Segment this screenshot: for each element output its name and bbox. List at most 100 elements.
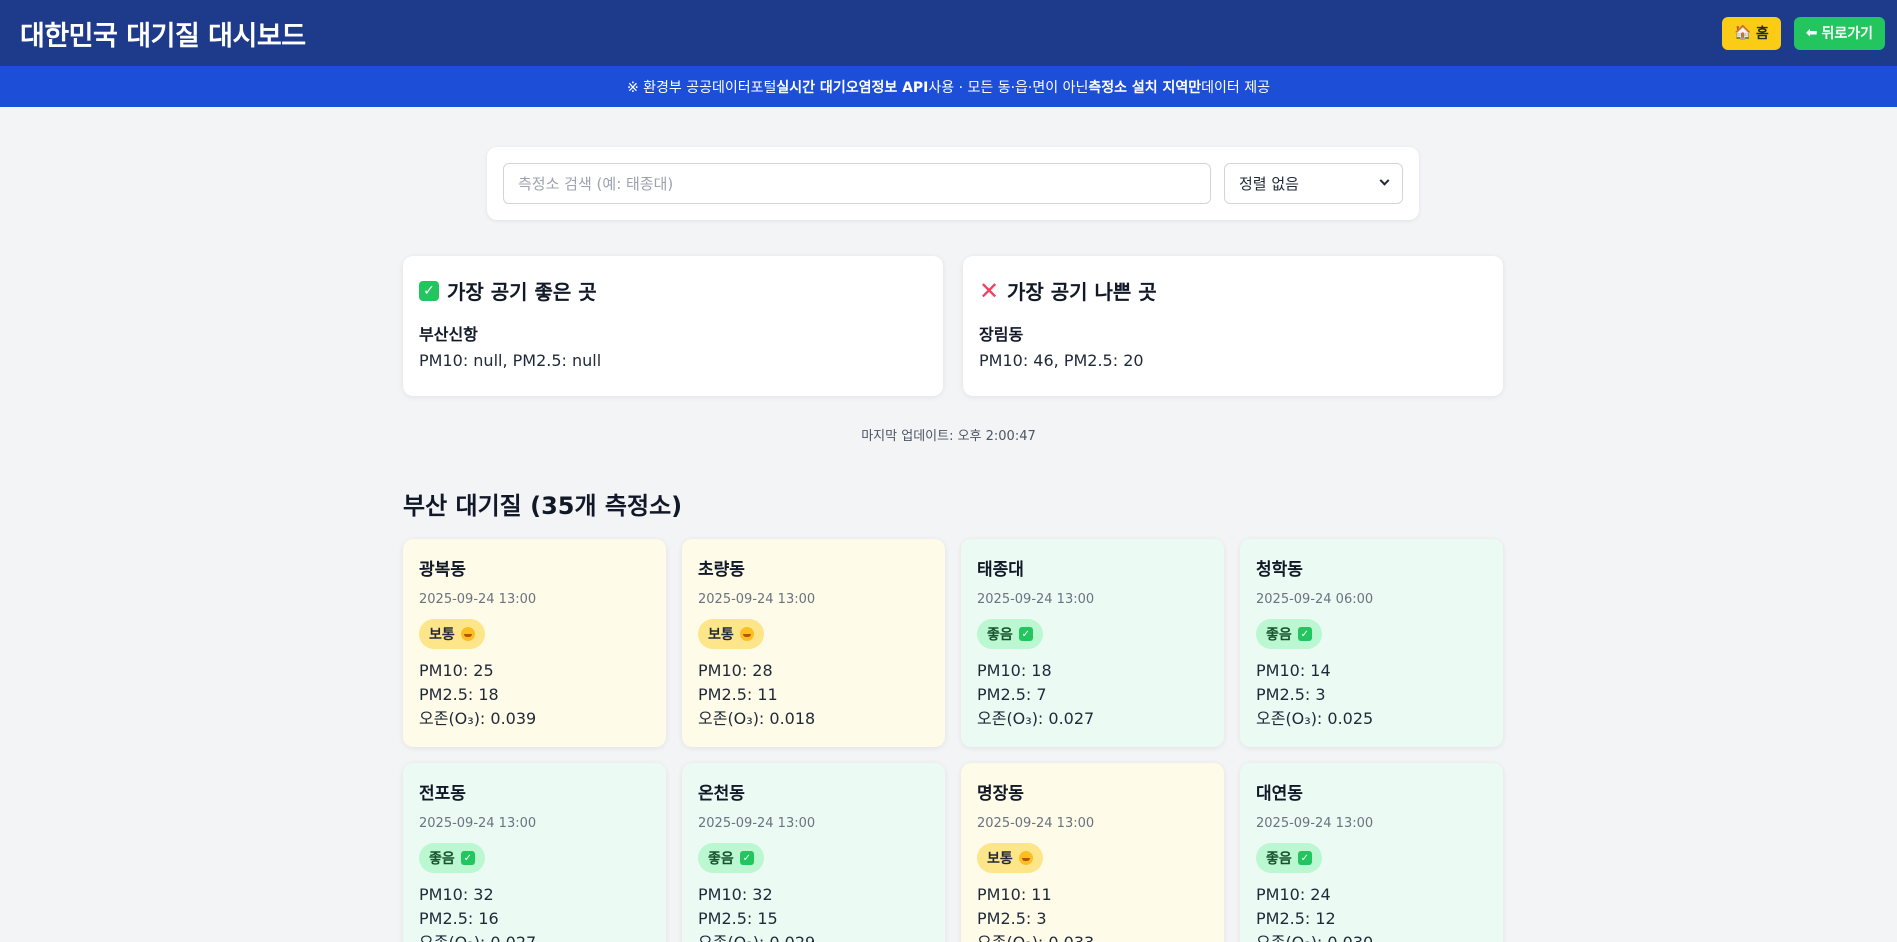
pm10-value: PM10: 14 <box>1256 661 1331 680</box>
ozone-value: 오존(O₃): 0.025 <box>1256 709 1374 728</box>
station-card[interactable]: 태종대 2025-09-24 13:00 좋음 ✓ PM10: 18 PM2.5… <box>961 539 1224 747</box>
check-icon: ✓ <box>1297 851 1312 865</box>
ozone-value: 오존(O₃): 0.018 <box>698 709 816 728</box>
grade-badge: 보통 <box>977 843 1043 873</box>
worst-air-card: ✕ 가장 공기 나쁜 곳 장림동 PM10: 46, PM2.5: 20 <box>963 256 1503 396</box>
station-card[interactable]: 전포동 2025-09-24 13:00 좋음 ✓ PM10: 32 PM2.5… <box>403 763 666 942</box>
sort-select-value: 정렬 없음 <box>1239 175 1299 193</box>
ozone-value: 오존(O₃): 0.027 <box>977 709 1095 728</box>
grade-badge: 좋음 ✓ <box>698 843 764 873</box>
sort-select[interactable]: 정렬 없음 <box>1224 163 1403 204</box>
station-card[interactable]: 광복동 2025-09-24 13:00 보통 PM10: 25 PM2.5: … <box>403 539 666 747</box>
pm10-value: PM10: 24 <box>1256 885 1331 904</box>
worst-air-heading: ✕ 가장 공기 나쁜 곳 <box>979 276 1487 305</box>
house-icon: 🏠 <box>1734 25 1752 41</box>
pm25-value: PM2.5: 16 <box>419 909 499 928</box>
chevron-down-icon <box>1379 175 1390 186</box>
best-air-title: 가장 공기 좋은 곳 <box>447 280 597 304</box>
pm10-value: PM10: 32 <box>419 885 494 904</box>
pm25-value: PM2.5: 12 <box>1256 909 1336 928</box>
station-card[interactable]: 온천동 2025-09-24 13:00 좋음 ✓ PM10: 32 PM2.5… <box>682 763 945 942</box>
grade-badge: 좋음 ✓ <box>1256 619 1322 649</box>
station-time: 2025-09-24 13:00 <box>977 816 1095 831</box>
back-button-label: 뒤로가기 <box>1821 26 1873 42</box>
ozone-value: 오존(O₃): 0.039 <box>419 709 537 728</box>
ozone-value: 오존(O₃): 0.029 <box>698 931 929 942</box>
station-time: 2025-09-24 13:00 <box>419 816 537 831</box>
grade-badge: 좋음 ✓ <box>977 619 1043 649</box>
back-button[interactable]: ⬅ 뒤로가기 <box>1793 16 1885 50</box>
section-title: 부산 대기질 (35개 측정소) <box>403 492 683 520</box>
pm25-value: PM2.5: 15 <box>698 909 778 928</box>
station-card[interactable]: 명장동 2025-09-24 13:00 보통 PM10: 11 PM2.5: … <box>961 763 1224 942</box>
notice-middle: 사용 · 모든 동·읍·면이 아닌 <box>928 79 1089 96</box>
notice-api: 실시간 대기오염정보 API <box>776 79 929 96</box>
check-icon: ✓ <box>419 280 439 301</box>
grade-badge: 보통 <box>698 619 764 649</box>
pm25-value: PM2.5: 11 <box>698 685 778 704</box>
worst-station-name: 장림동 <box>979 325 1024 344</box>
station-time: 2025-09-24 13:00 <box>698 816 816 831</box>
home-button-label: 홈 <box>1755 26 1769 42</box>
station-time: 2025-09-24 13:00 <box>698 592 816 607</box>
top-bar: 대한민국 대기질 대시보드 🏠 홈 ⬅ 뒤로가기 <box>0 0 1897 66</box>
notice-region: 측정소 설치 지역만 <box>1088 79 1202 96</box>
grade-label: 보통 <box>429 627 455 643</box>
data-source-notice: ※ 환경부 공공데이터포털 실시간 대기오염정보 API 사용 · 모든 동·읍… <box>0 66 1897 107</box>
grade-label: 좋음 <box>1266 627 1292 643</box>
pm25-value: PM2.5: 3 <box>1256 685 1326 704</box>
search-panel: 정렬 없음 <box>487 147 1419 220</box>
best-station-name: 부산신항 <box>419 325 478 344</box>
ozone-value: 오존(O₃): 0.033 <box>977 931 1208 942</box>
grade-label: 좋음 <box>1266 851 1292 867</box>
station-name: 태종대 <box>977 560 1024 580</box>
station-time: 2025-09-24 13:00 <box>419 592 537 607</box>
smile-face-icon <box>460 627 475 641</box>
notice-suffix: 데이터 제공 <box>1201 79 1271 96</box>
notice-prefix: ※ 환경부 공공데이터포털 <box>626 79 777 96</box>
ozone-value: 오존(O₃): 0.027 <box>419 931 650 942</box>
app-title: 대한민국 대기질 대시보드 <box>20 20 306 52</box>
smile-face-icon <box>739 627 754 641</box>
station-search-input[interactable] <box>503 163 1211 204</box>
top-actions: 🏠 홈 ⬅ 뒤로가기 <box>1722 16 1885 50</box>
home-button[interactable]: 🏠 홈 <box>1722 16 1781 50</box>
check-icon: ✓ <box>460 851 475 865</box>
best-air-heading: ✓ 가장 공기 좋은 곳 <box>419 276 927 305</box>
station-name: 광복동 <box>419 560 466 580</box>
worst-air-title: 가장 공기 나쁜 곳 <box>1007 280 1157 304</box>
pm10-value: PM10: 32 <box>698 885 773 904</box>
station-name: 전포동 <box>419 784 466 804</box>
pm25-value: PM2.5: 7 <box>977 685 1047 704</box>
pm25-value: PM2.5: 18 <box>419 685 499 704</box>
last-updated: 마지막 업데이트: 오후 2:00:47 <box>861 429 1036 444</box>
pm10-value: PM10: 11 <box>977 885 1052 904</box>
station-name: 초량동 <box>698 560 745 580</box>
station-grid: 광복동 2025-09-24 13:00 보통 PM10: 25 PM2.5: … <box>403 539 1503 942</box>
station-card[interactable]: 청학동 2025-09-24 06:00 좋음 ✓ PM10: 14 PM2.5… <box>1240 539 1503 747</box>
best-station-values: PM10: null, PM2.5: null <box>419 351 602 370</box>
station-card[interactable]: 대연동 2025-09-24 13:00 좋음 ✓ PM10: 24 PM2.5… <box>1240 763 1503 942</box>
pm25-value: PM2.5: 3 <box>977 909 1047 928</box>
check-icon: ✓ <box>1297 627 1312 641</box>
station-name: 온천동 <box>698 784 745 804</box>
pm10-value: PM10: 18 <box>977 661 1052 680</box>
station-name: 청학동 <box>1256 560 1303 580</box>
grade-badge: 보통 <box>419 619 485 649</box>
grade-label: 보통 <box>987 851 1013 867</box>
best-air-card: ✓ 가장 공기 좋은 곳 부산신항 PM10: null, PM2.5: nul… <box>403 256 943 396</box>
arrow-left-icon: ⬅ <box>1805 25 1818 41</box>
pm10-value: PM10: 28 <box>698 661 773 680</box>
station-name: 명장동 <box>977 784 1024 804</box>
grade-badge: 좋음 ✓ <box>1256 843 1322 873</box>
station-time: 2025-09-24 06:00 <box>1256 592 1374 607</box>
grade-label: 보통 <box>708 627 734 643</box>
check-icon: ✓ <box>739 851 754 865</box>
station-name: 대연동 <box>1256 784 1303 804</box>
station-time: 2025-09-24 13:00 <box>977 592 1095 607</box>
station-card[interactable]: 초량동 2025-09-24 13:00 보통 PM10: 28 PM2.5: … <box>682 539 945 747</box>
grade-label: 좋음 <box>708 851 734 867</box>
grade-badge: 좋음 ✓ <box>419 843 485 873</box>
station-time: 2025-09-24 13:00 <box>1256 816 1374 831</box>
grade-label: 좋음 <box>987 627 1013 643</box>
